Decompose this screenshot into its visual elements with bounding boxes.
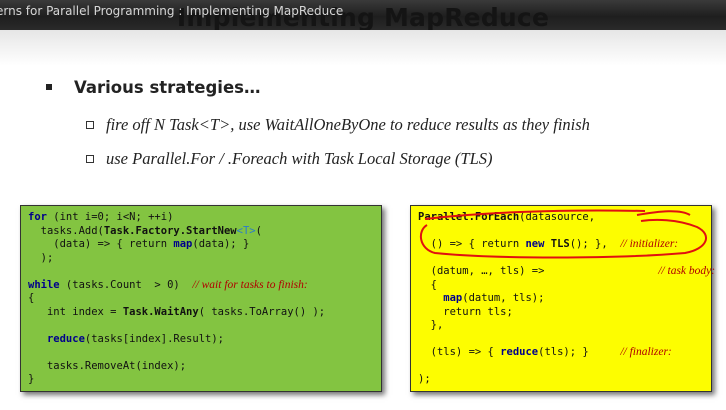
code-keyword: while xyxy=(28,278,60,291)
code-function: map xyxy=(418,292,463,304)
foreach-code-box: Parallel.ForEach(datasource, () => { ret… xyxy=(410,205,715,392)
bullet-square-icon xyxy=(46,83,52,90)
code-text: () => { return xyxy=(418,238,526,250)
code-comment: // wait for tasks to finish: xyxy=(192,278,308,291)
code-keyword: for xyxy=(28,211,47,223)
code-text: (datasource, xyxy=(519,211,596,223)
sub-bullet-text: fire off N Task<T>, use WaitAllOneByOne … xyxy=(106,115,590,134)
code-text: (data); } xyxy=(192,238,250,250)
code-text: (tls); } xyxy=(538,346,589,358)
code-text: (int i=0; i<N; ++i) xyxy=(46,211,174,223)
header-band xyxy=(0,30,726,66)
code-text: (data) => { return xyxy=(28,238,174,250)
code-text: { xyxy=(28,292,35,304)
sub-bullet-text: use Parallel.For / .Foreach with Task Lo… xyxy=(106,149,493,168)
code-text: (); }, xyxy=(569,238,621,250)
code-text: ); xyxy=(28,251,54,264)
code-text: ); xyxy=(418,373,431,385)
code-text: }, xyxy=(418,319,444,331)
code-text: { xyxy=(418,278,437,291)
main-bullet: Various strategies… xyxy=(46,78,260,97)
code-text: (tls) => { xyxy=(418,346,501,358)
code-comment: // initializer: xyxy=(620,238,679,250)
code-text: (tasks.Count > 0) xyxy=(59,278,193,291)
code-keyword: new xyxy=(525,238,545,250)
task-code: for (int i=0; i<N; ++i) tasks.Add(Task.F… xyxy=(28,211,325,387)
code-method: Task.WaitAny xyxy=(122,305,199,318)
code-text: (tasks[index].Result); xyxy=(84,332,224,345)
hollow-square-icon xyxy=(86,155,94,164)
code-function: reduce xyxy=(28,332,85,345)
code-text: ( tasks.ToArray() ); xyxy=(198,305,326,318)
code-method: Task.Factory.StartNew xyxy=(103,224,237,237)
foreach-code: Parallel.ForEach(datasource, () => { ret… xyxy=(418,211,715,387)
code-type: TLS xyxy=(544,238,570,250)
code-text: tasks.Add( xyxy=(28,224,104,237)
sub-bullet-2: use Parallel.For / .Foreach with Task Lo… xyxy=(86,149,493,169)
code-method: Parallel.ForEach xyxy=(418,211,520,223)
code-text: (datum, …, tls) => xyxy=(418,265,545,277)
code-type: <T> xyxy=(236,224,256,237)
code-text: ( xyxy=(255,224,262,237)
title-bar: Implementing MapReduce erns for Parallel… xyxy=(0,0,726,30)
code-function: map xyxy=(173,238,193,250)
code-function: reduce xyxy=(500,346,539,358)
task-code-box: for (int i=0; i<N; ++i) tasks.Add(Task.F… xyxy=(20,205,382,392)
code-comment: // task body: xyxy=(658,265,716,277)
window-title: erns for Parallel Programming : Implemen… xyxy=(0,4,344,18)
code-text: tasks.RemoveAt(index); xyxy=(28,359,187,372)
code-text: (datum, tls); xyxy=(462,292,545,304)
sub-bullet-1: fire off N Task<T>, use WaitAllOneByOne … xyxy=(86,115,590,135)
hollow-square-icon xyxy=(86,121,94,130)
code-text: } xyxy=(28,373,35,385)
code-text: return tls; xyxy=(418,305,513,318)
main-bullet-text: Various strategies… xyxy=(74,78,261,97)
code-comment: // finalizer: xyxy=(620,346,672,358)
code-text: int index = xyxy=(28,305,123,318)
